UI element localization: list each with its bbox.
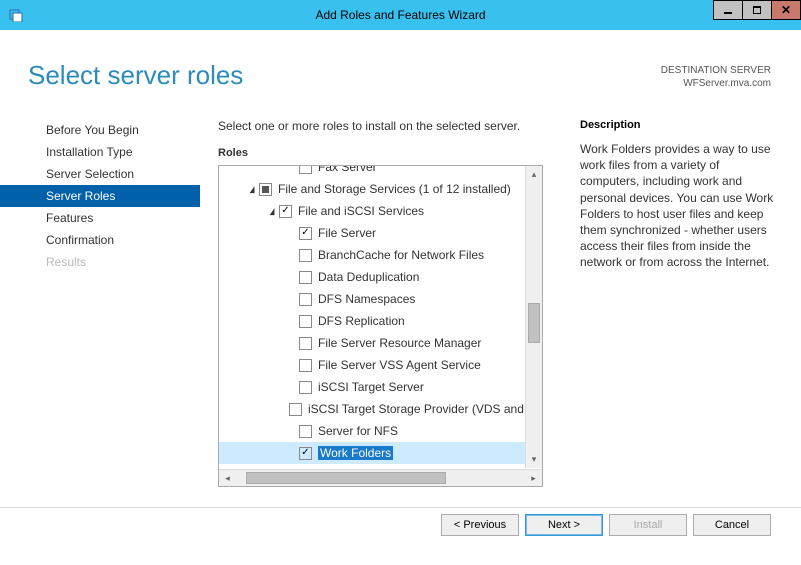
role-row[interactable]: Fax Server xyxy=(219,166,542,178)
role-row[interactable]: ◢ File and iSCSI Services xyxy=(219,200,542,222)
scroll-up-button[interactable]: ▴ xyxy=(526,166,542,183)
description-text: Work Folders provides a way to use work … xyxy=(580,141,780,271)
window-title: Add Roles and Features Wizard xyxy=(0,8,801,22)
role-checkbox[interactable] xyxy=(299,227,312,240)
role-label: BranchCache for Network Files xyxy=(318,248,484,262)
wizard-nav: Before You BeginInstallation TypeServer … xyxy=(0,119,200,487)
page-title: Select server roles xyxy=(28,60,243,91)
destination-value: WFServer.mva.com xyxy=(661,77,771,90)
caret-spacer xyxy=(287,228,297,238)
role-row[interactable]: iSCSI Target Server xyxy=(219,376,542,398)
next-button[interactable]: Next > xyxy=(525,514,603,536)
role-checkbox[interactable] xyxy=(299,249,312,262)
role-label: DFS Replication xyxy=(318,314,405,328)
roles-column: Select one or more roles to install on t… xyxy=(200,119,560,487)
role-row[interactable]: Storage Services (Installed) xyxy=(219,464,542,468)
role-row[interactable]: Server for NFS xyxy=(219,420,542,442)
instruction-text: Select one or more roles to install on t… xyxy=(218,119,560,133)
role-row[interactable]: DFS Namespaces xyxy=(219,288,542,310)
vertical-scrollbar[interactable]: ▴ ▾ xyxy=(525,166,542,468)
role-checkbox[interactable] xyxy=(299,166,312,174)
role-checkbox[interactable] xyxy=(299,359,312,372)
caret-open-icon[interactable]: ◢ xyxy=(269,206,276,216)
role-row[interactable]: Work Folders xyxy=(219,442,542,464)
role-row[interactable]: iSCSI Target Storage Provider (VDS and V… xyxy=(219,398,542,420)
role-label: File Server Resource Manager xyxy=(318,336,481,350)
role-row[interactable]: ◢ File and Storage Services (1 of 12 inst… xyxy=(219,178,542,200)
role-label: iSCSI Target Storage Provider (VDS and V… xyxy=(308,402,542,416)
caret-spacer xyxy=(287,382,297,392)
caret-spacer xyxy=(287,166,297,172)
nav-item-features[interactable]: Features xyxy=(0,207,200,229)
role-checkbox[interactable] xyxy=(259,183,272,196)
description-heading: Description xyxy=(580,119,780,131)
roles-heading: Roles xyxy=(218,147,560,159)
wizard-footer: < Previous Next > Install Cancel xyxy=(0,507,801,535)
nav-item-results: Results xyxy=(0,251,200,273)
titlebar: Add Roles and Features Wizard ✕ xyxy=(0,0,801,30)
role-label: File and Storage Services (1 of 12 insta… xyxy=(278,182,511,196)
caret-spacer xyxy=(287,294,297,304)
role-label: Work Folders xyxy=(318,446,393,460)
minimize-button[interactable] xyxy=(713,0,743,20)
role-row[interactable]: BranchCache for Network Files xyxy=(219,244,542,266)
role-checkbox[interactable] xyxy=(299,293,312,306)
horizontal-scrollbar[interactable]: ◂ ▸ xyxy=(219,469,542,486)
role-checkbox[interactable] xyxy=(299,425,312,438)
role-checkbox[interactable] xyxy=(299,381,312,394)
role-label: File and iSCSI Services xyxy=(298,204,424,218)
cancel-button[interactable]: Cancel xyxy=(693,514,771,536)
caret-spacer xyxy=(287,426,297,436)
role-row[interactable]: File Server xyxy=(219,222,542,244)
nav-item-confirmation[interactable]: Confirmation xyxy=(0,229,200,251)
scroll-right-button[interactable]: ▸ xyxy=(525,470,542,486)
role-label: Fax Server xyxy=(318,166,377,174)
destination-label: DESTINATION SERVER xyxy=(661,64,771,77)
roles-listbox[interactable]: Fax Server◢File and Storage Services (1 … xyxy=(218,165,543,487)
role-row[interactable]: Data Deduplication xyxy=(219,266,542,288)
caret-spacer xyxy=(287,338,297,348)
role-label: File Server VSS Agent Service xyxy=(318,358,481,372)
previous-button[interactable]: < Previous xyxy=(441,514,519,536)
role-label: DFS Namespaces xyxy=(318,292,415,306)
nav-item-installation-type[interactable]: Installation Type xyxy=(0,141,200,163)
role-checkbox[interactable] xyxy=(299,337,312,350)
role-row[interactable]: DFS Replication xyxy=(219,310,542,332)
scroll-left-button[interactable]: ◂ xyxy=(219,470,236,486)
role-checkbox[interactable] xyxy=(289,403,302,416)
nav-item-server-roles[interactable]: Server Roles xyxy=(0,185,200,207)
caret-spacer xyxy=(287,316,297,326)
role-label: File Server xyxy=(318,226,376,240)
role-row[interactable]: File Server Resource Manager xyxy=(219,332,542,354)
caret-open-icon[interactable]: ◢ xyxy=(249,184,256,194)
description-column: Description Work Folders provides a way … xyxy=(560,119,780,487)
caret-spacer xyxy=(287,272,297,282)
role-row[interactable]: File Server VSS Agent Service xyxy=(219,354,542,376)
scroll-down-button[interactable]: ▾ xyxy=(526,451,542,468)
horizontal-scroll-thumb[interactable] xyxy=(246,472,446,484)
close-button[interactable]: ✕ xyxy=(771,0,801,20)
role-checkbox[interactable] xyxy=(299,447,312,460)
role-checkbox[interactable] xyxy=(299,271,312,284)
role-label: Server for NFS xyxy=(318,424,398,438)
nav-item-before-you-begin[interactable]: Before You Begin xyxy=(0,119,200,141)
install-button[interactable]: Install xyxy=(609,514,687,536)
caret-spacer xyxy=(287,360,297,370)
role-label: iSCSI Target Server xyxy=(318,380,424,394)
nav-item-server-selection[interactable]: Server Selection xyxy=(0,163,200,185)
role-label: Data Deduplication xyxy=(318,270,419,284)
role-checkbox[interactable] xyxy=(279,205,292,218)
vertical-scroll-thumb[interactable] xyxy=(528,303,540,343)
caret-spacer xyxy=(287,250,297,260)
destination-block: DESTINATION SERVER WFServer.mva.com xyxy=(661,60,771,91)
content-area: Select server roles DESTINATION SERVER W… xyxy=(0,30,801,535)
caret-spacer xyxy=(287,448,297,458)
maximize-button[interactable] xyxy=(742,0,772,20)
role-checkbox[interactable] xyxy=(299,315,312,328)
